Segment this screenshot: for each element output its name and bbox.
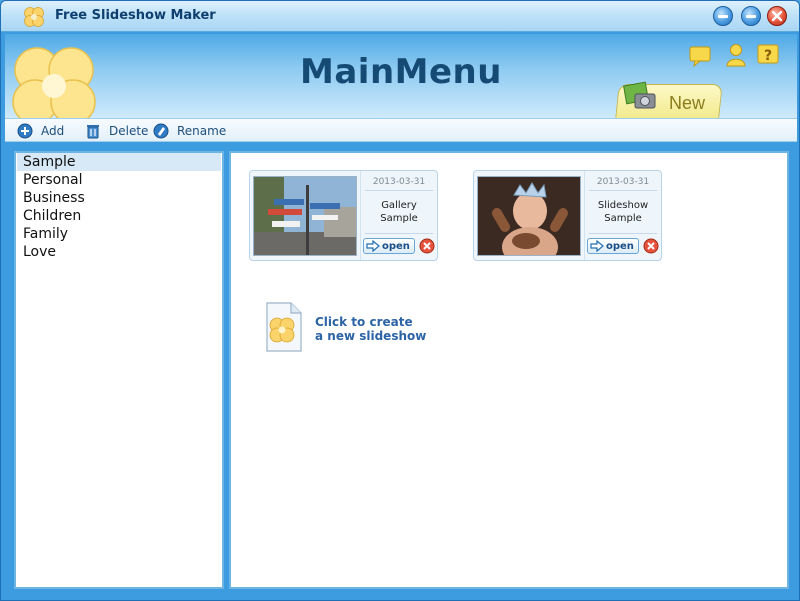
category-item-sample[interactable]: Sample (17, 153, 221, 171)
card-title: Gallery Sample (361, 199, 437, 225)
open-button[interactable]: open (587, 238, 639, 254)
rename-icon (153, 123, 169, 139)
card-title: Slideshow Sample (585, 199, 661, 225)
close-button[interactable] (767, 6, 787, 26)
open-label: open (606, 240, 634, 252)
card-date: 2013-03-31 (596, 177, 650, 187)
new-label: New (669, 93, 706, 113)
comment-icon[interactable] (687, 42, 713, 68)
card-info: 2013-03-31 Gallery Sample open (360, 171, 438, 260)
window-title: Free Slideshow Maker (55, 8, 216, 23)
create-line2: a new slideshow (315, 329, 427, 343)
slideshow-panel: 2013-03-31 Gallery Sample open 2013-03-3… (229, 151, 789, 589)
divider (365, 190, 433, 191)
card-title-line1: Gallery (381, 200, 417, 211)
category-item-business[interactable]: Business (17, 189, 221, 207)
header-banner: MainMenu ? New (5, 34, 797, 118)
category-item-love[interactable]: Love (17, 243, 221, 261)
slideshow-card[interactable]: 2013-03-31 Slideshow Sample open (473, 170, 662, 261)
toolbar: Add Delete Rename (5, 118, 797, 142)
street-signs-image (254, 177, 356, 255)
open-button[interactable]: open (363, 238, 415, 254)
maximize-button[interactable] (741, 6, 761, 26)
rename-button[interactable]: Rename (153, 122, 226, 140)
category-list: Sample Personal Business Children Family… (16, 153, 222, 261)
create-slideshow-text: Click to create a new slideshow (315, 315, 426, 343)
card-title-line2: Sample (604, 213, 642, 224)
minimize-button[interactable] (713, 6, 733, 26)
baby-photo-image (478, 177, 580, 255)
slideshow-thumbnail[interactable] (477, 176, 581, 256)
divider (589, 233, 657, 234)
photo-camera-icon (623, 81, 656, 109)
minimize-icon (718, 14, 728, 18)
card-title-line2: Sample (380, 213, 418, 224)
slideshow-thumbnail[interactable] (253, 176, 357, 256)
app-window: Free Slideshow Maker MainMenu ? New Add … (0, 0, 800, 601)
new-slideshow-tab[interactable]: New (617, 81, 721, 118)
category-item-family[interactable]: Family (17, 225, 221, 243)
card-info: 2013-03-31 Slideshow Sample open (584, 171, 662, 260)
add-button[interactable]: Add (17, 122, 64, 140)
delete-label: Delete (109, 124, 149, 138)
delete-icon (87, 125, 99, 139)
help-icon[interactable]: ? (755, 42, 781, 68)
svg-text:?: ? (764, 48, 772, 64)
category-item-children[interactable]: Children (17, 207, 221, 225)
create-line1: Click to create (315, 315, 413, 329)
slideshow-card[interactable]: 2013-03-31 Gallery Sample open (249, 170, 438, 261)
new-document-icon (266, 302, 302, 352)
add-label: Add (41, 124, 65, 138)
title-bar[interactable]: Free Slideshow Maker (1, 1, 799, 32)
category-item-personal[interactable]: Personal (17, 171, 221, 189)
app-logo-icon (24, 7, 44, 27)
user-icon[interactable] (723, 42, 749, 68)
category-panel: Sample Personal Business Children Family… (14, 151, 224, 589)
divider (365, 233, 433, 234)
open-label: open (382, 240, 410, 252)
arrow-right-icon (590, 240, 604, 252)
delete-button[interactable]: Delete (85, 122, 148, 140)
divider (589, 190, 657, 191)
create-slideshow-link[interactable]: Click to create a new slideshow (263, 301, 463, 357)
arrow-right-icon (366, 240, 380, 252)
maximize-icon (746, 14, 756, 18)
rename-label: Rename (177, 124, 227, 138)
add-icon (17, 123, 33, 139)
card-date: 2013-03-31 (372, 177, 426, 187)
close-icon (771, 10, 783, 22)
delete-slideshow-icon[interactable] (419, 238, 435, 254)
delete-slideshow-icon[interactable] (643, 238, 659, 254)
card-title-line1: Slideshow (597, 200, 649, 211)
